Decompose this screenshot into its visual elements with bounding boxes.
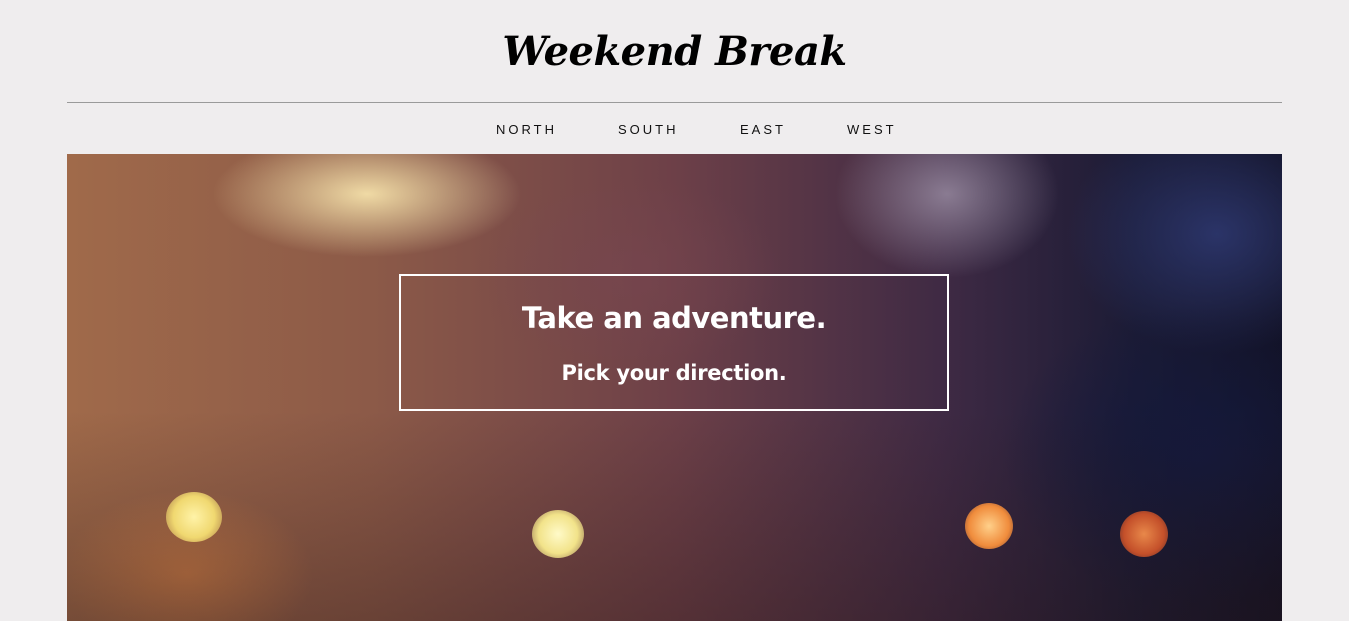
- nav-item-west[interactable]: WEST: [847, 121, 897, 139]
- bokeh-light: [965, 503, 1013, 549]
- nav-item-south[interactable]: SOUTH: [618, 121, 679, 139]
- nav-item-north[interactable]: NORTH: [496, 121, 557, 139]
- hero-banner-image: Take an adventure. Pick your direction.: [67, 154, 1282, 621]
- bokeh-light: [1120, 511, 1168, 557]
- site-title[interactable]: Weekend Break: [0, 24, 1349, 80]
- hero-headline: Take an adventure.: [521, 301, 827, 335]
- main-nav: NORTH SOUTH EAST WEST: [67, 121, 1282, 139]
- bokeh-light: [532, 510, 584, 558]
- nav-item-east[interactable]: EAST: [740, 121, 786, 139]
- header-divider: [67, 102, 1282, 103]
- bokeh-light: [166, 492, 222, 542]
- hero-tagline-box: Take an adventure. Pick your direction.: [399, 274, 949, 411]
- hero-subheadline: Pick your direction.: [561, 361, 787, 385]
